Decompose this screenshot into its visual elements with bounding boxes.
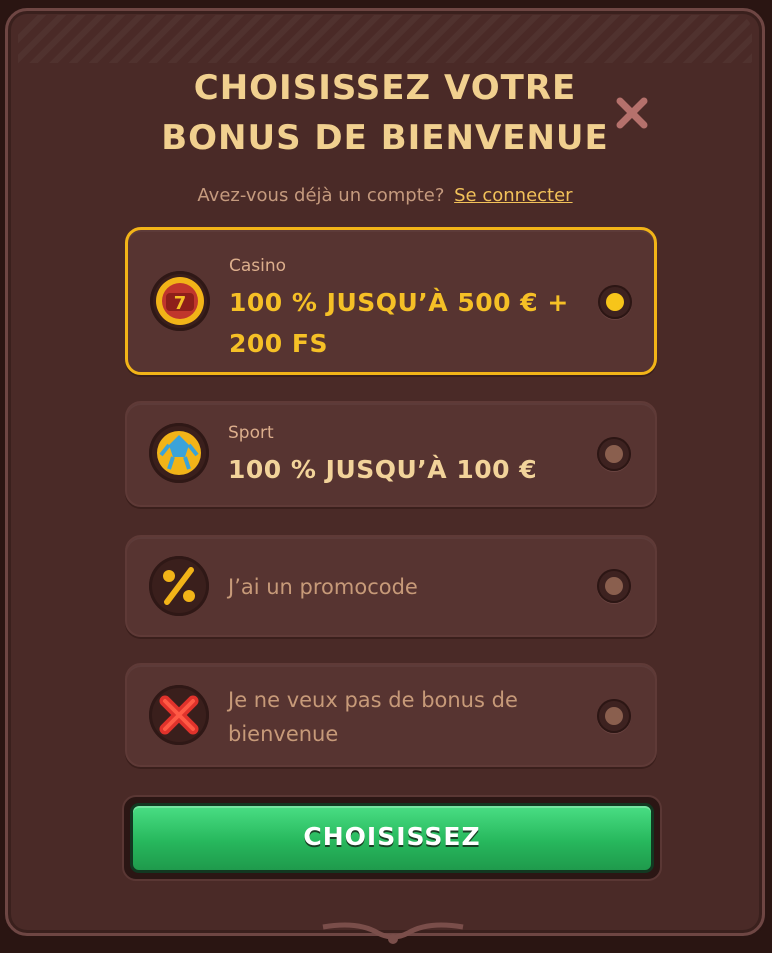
option-category: Sport bbox=[228, 423, 274, 443]
bonus-option-none[interactable]: Je ne veux pas de bonus de bienvenue bbox=[125, 663, 657, 767]
percent-icon bbox=[149, 556, 209, 616]
slot-reel-icon: 7 bbox=[150, 271, 210, 331]
radio-unselected[interactable] bbox=[597, 569, 631, 603]
radio-selected[interactable] bbox=[598, 285, 632, 319]
bottom-ornament bbox=[318, 919, 468, 949]
svg-text:7: 7 bbox=[174, 293, 187, 314]
choose-button-frame: CHOISISSEZ bbox=[122, 795, 662, 881]
red-cross-icon bbox=[149, 685, 209, 745]
login-prompt-text: Avez-vous déjà un compte? bbox=[197, 185, 445, 206]
option-text: J’ai un promocode bbox=[228, 575, 418, 599]
option-text: Je ne veux pas de bonus de bienvenue bbox=[228, 688, 518, 746]
bonus-option-casino[interactable]: 7 Casino 100 % JUSQU’À 500 € + 200 FS bbox=[125, 227, 657, 375]
bonus-option-promocode[interactable]: J’ai un promocode bbox=[125, 535, 657, 637]
login-prompt: Avez-vous déjà un compte? Se connecter bbox=[8, 185, 762, 206]
login-link[interactable]: Se connecter bbox=[454, 185, 572, 206]
radio-unselected[interactable] bbox=[597, 437, 631, 471]
option-title: 100 % JUSQU’À 100 € bbox=[228, 455, 538, 484]
option-title: 100 % JUSQU’À 500 € + 200 FS bbox=[229, 288, 569, 358]
option-category: Casino bbox=[229, 256, 287, 276]
soccer-ball-icon bbox=[149, 423, 209, 483]
welcome-bonus-modal: CHOISISSEZ VOTRE BONUS DE BIENVENUE Avez… bbox=[5, 8, 765, 944]
top-pattern bbox=[18, 15, 752, 63]
choose-button[interactable]: CHOISISSEZ bbox=[130, 803, 654, 873]
bonus-option-sport[interactable]: Sport 100 % JUSQU’À 100 € bbox=[125, 401, 657, 507]
close-icon[interactable] bbox=[612, 93, 652, 133]
radio-unselected[interactable] bbox=[597, 699, 631, 733]
